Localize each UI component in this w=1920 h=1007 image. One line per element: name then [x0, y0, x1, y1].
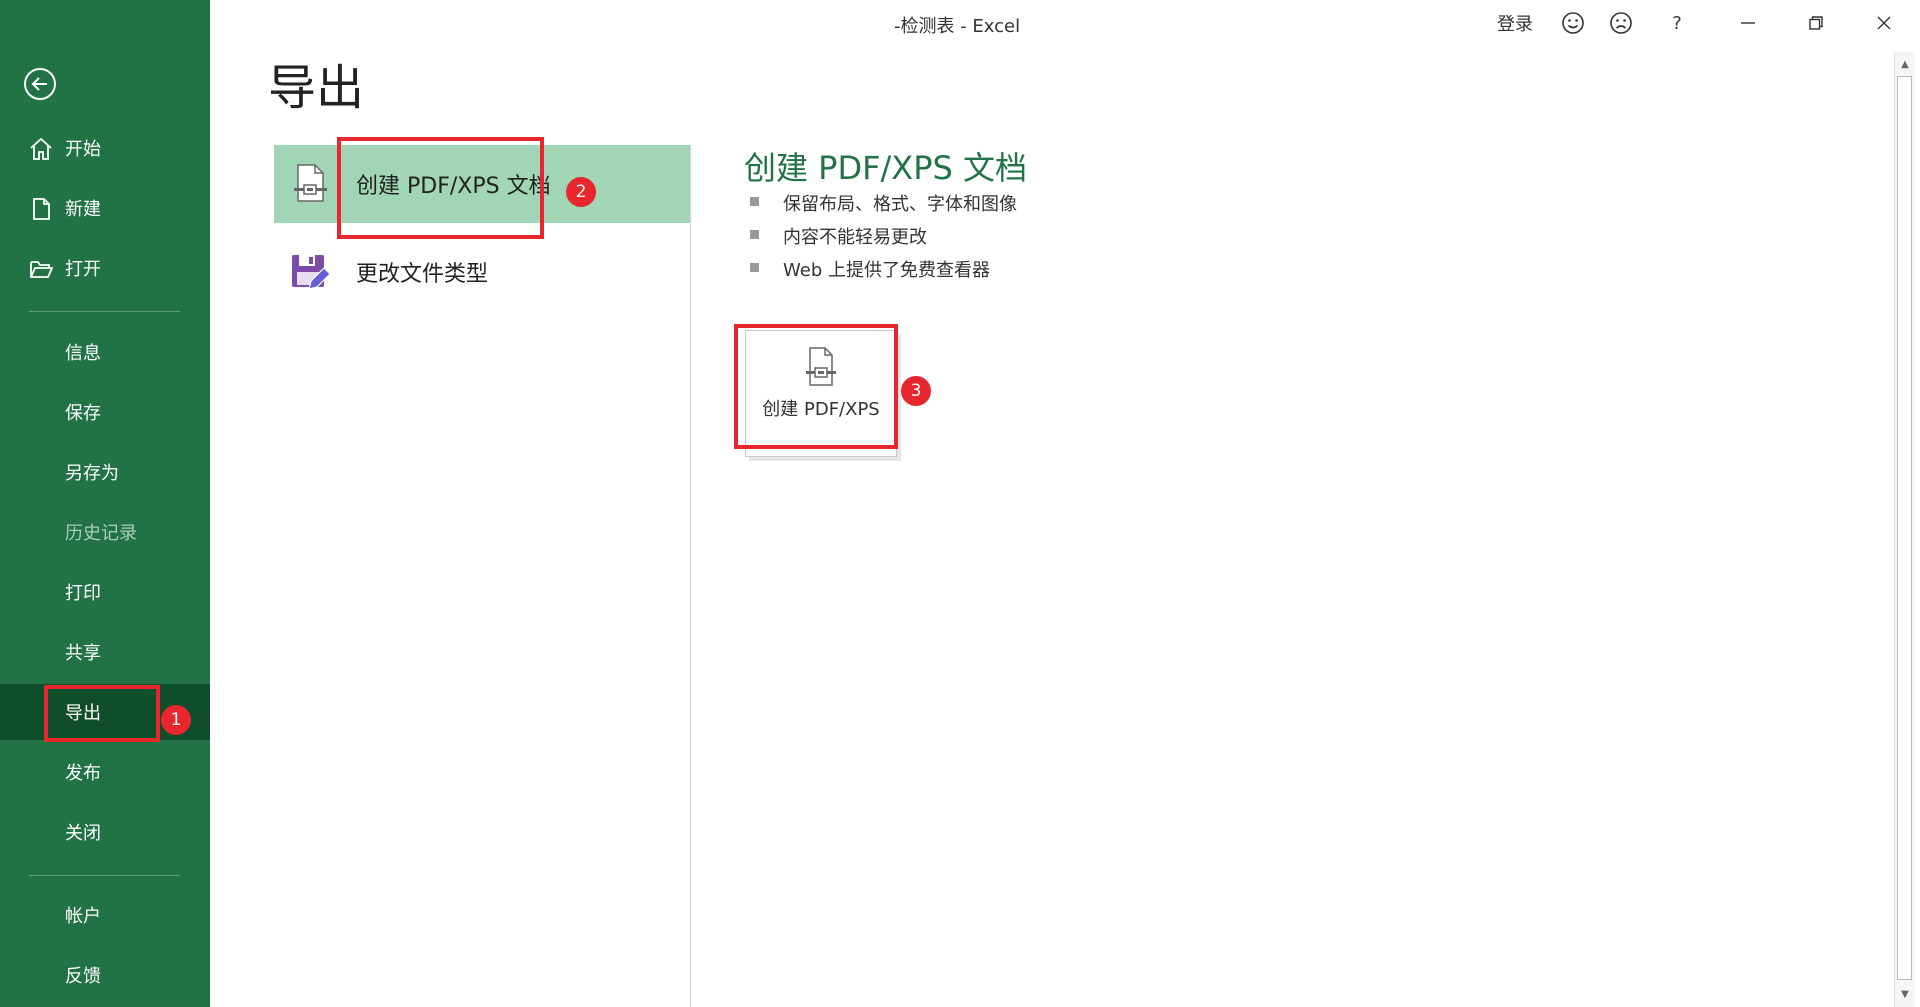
sidebar-item-label: 历史记录	[65, 523, 137, 544]
sidebar-item-publish[interactable]: 发布	[0, 744, 210, 800]
help-button[interactable]: ?	[1660, 6, 1694, 40]
bullet-square	[750, 263, 759, 272]
option-change-file-type[interactable]: 更改文件类型	[274, 233, 690, 311]
sidebar-item-new[interactable]: 新建	[0, 180, 210, 236]
minimize-icon	[1741, 22, 1755, 24]
close-window-button[interactable]	[1862, 6, 1906, 40]
home-icon	[30, 137, 52, 160]
sidebar-item-label: 发布	[65, 763, 101, 784]
sidebar-item-label: 打印	[65, 583, 101, 604]
sidebar-item-label: 帐户	[65, 906, 101, 927]
window-title: -检测表 - Excel	[894, 16, 1021, 37]
sidebar-item-open[interactable]: 打开	[0, 240, 210, 296]
frown-feedback-button[interactable]	[1604, 6, 1638, 40]
restore-button[interactable]	[1794, 6, 1838, 40]
sidebar-item-label: 新建	[65, 199, 101, 220]
sidebar-item-label: 关闭	[65, 823, 101, 844]
highlight-box-create-pdf-button	[734, 324, 898, 449]
open-folder-icon	[30, 261, 54, 278]
panel-divider	[690, 145, 691, 1007]
minimize-button[interactable]	[1726, 6, 1770, 40]
bullet-square	[750, 230, 759, 239]
sidebar-item-label: 共享	[65, 643, 101, 664]
back-button[interactable]	[24, 68, 56, 100]
page-title: 导出	[268, 60, 365, 116]
new-document-icon	[33, 198, 50, 220]
sidebar-item-close[interactable]: 关闭	[0, 804, 210, 860]
sidebar-item-home[interactable]: 开始	[0, 120, 210, 176]
scroll-down-arrow-icon[interactable]: ▼	[1895, 984, 1915, 1004]
scroll-thumb[interactable]	[1897, 76, 1912, 980]
sidebar-item-info[interactable]: 信息	[0, 324, 210, 380]
sign-in-link[interactable]: 登录	[1490, 6, 1540, 40]
sidebar-item-label: 打开	[65, 259, 101, 280]
bullet-text: 保留布局、格式、字体和图像	[783, 194, 1017, 215]
bullet-square	[750, 197, 759, 206]
step-marker-2: 2	[566, 177, 596, 207]
smile-feedback-button[interactable]	[1556, 6, 1590, 40]
scroll-up-arrow-icon[interactable]: ▲	[1895, 54, 1915, 74]
vertical-scrollbar[interactable]: ▲ ▼	[1894, 52, 1915, 1007]
sidebar-item-label: 反馈	[65, 966, 101, 987]
sidebar-item-label: 开始	[65, 139, 101, 160]
sidebar-item-save-as[interactable]: 另存为	[0, 444, 210, 500]
sidebar-item-history: 历史记录	[0, 504, 210, 560]
highlight-box-export	[44, 685, 160, 742]
sidebar-separator	[29, 875, 180, 876]
sidebar-item-feedback[interactable]: 反馈	[0, 947, 210, 1003]
bullet-text: Web 上提供了免费查看器	[783, 260, 990, 281]
restore-icon	[1809, 16, 1823, 30]
step-marker-1: 1	[161, 705, 191, 735]
frown-icon	[1610, 12, 1632, 34]
detail-heading: 创建 PDF/XPS 文档	[744, 149, 1028, 187]
sidebar-item-label: 信息	[65, 343, 101, 364]
sidebar-item-save[interactable]: 保存	[0, 384, 210, 440]
bullet-text: 内容不能轻易更改	[783, 227, 927, 248]
smile-icon	[1562, 12, 1584, 34]
sidebar-item-label: 另存为	[65, 463, 119, 484]
save-as-type-icon	[292, 255, 331, 290]
close-icon	[1877, 16, 1891, 30]
sidebar-item-account[interactable]: 帐户	[0, 887, 210, 943]
backstage-sidebar: 开始 新建 打开 信息 保存 另存为 历史记录 打印 共享 导出 发布 关闭 帐…	[0, 0, 210, 1007]
step-marker-3: 3	[901, 376, 931, 406]
back-arrow-icon	[31, 77, 47, 91]
highlight-box-create-pdf-option	[337, 137, 544, 239]
option-label: 更改文件类型	[356, 262, 489, 287]
pdf-document-icon	[294, 164, 327, 202]
sidebar-item-share[interactable]: 共享	[0, 624, 210, 680]
sidebar-separator	[29, 311, 180, 312]
sidebar-item-label: 保存	[65, 403, 101, 424]
sidebar-item-print[interactable]: 打印	[0, 564, 210, 620]
